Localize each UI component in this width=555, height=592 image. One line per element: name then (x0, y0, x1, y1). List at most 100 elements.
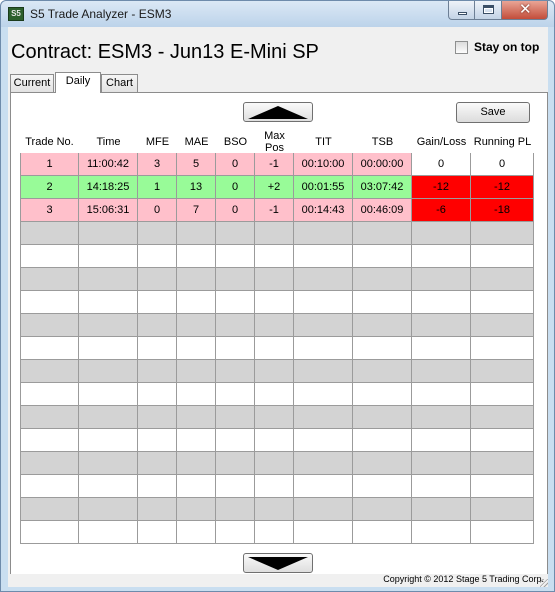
table-cell[interactable] (255, 360, 294, 383)
table-cell[interactable] (138, 383, 177, 406)
table-cell[interactable] (294, 268, 353, 291)
table-cell[interactable] (412, 245, 471, 268)
table-cell[interactable] (177, 429, 216, 452)
table-cell[interactable] (20, 429, 79, 452)
table-cell[interactable] (353, 291, 412, 314)
table-cell[interactable] (79, 406, 138, 429)
table-cell[interactable]: 3 (138, 153, 177, 176)
table-cell[interactable]: 2 (20, 176, 79, 199)
table-row[interactable]: 2 14:18:25 1 13 0 +2 00:01:55 03:07:42 -… (20, 176, 534, 199)
table-row[interactable] (20, 475, 534, 498)
table-cell[interactable]: 1 (138, 176, 177, 199)
table-cell[interactable] (353, 429, 412, 452)
table-cell[interactable] (138, 360, 177, 383)
table-cell[interactable] (353, 268, 412, 291)
table-cell[interactable] (412, 360, 471, 383)
table-cell[interactable] (177, 222, 216, 245)
table-cell[interactable] (255, 222, 294, 245)
table-cell[interactable] (412, 406, 471, 429)
table-cell[interactable]: 0 (216, 199, 255, 222)
table-cell[interactable] (294, 360, 353, 383)
table-cell[interactable] (177, 521, 216, 544)
table-cell[interactable] (138, 291, 177, 314)
table-cell[interactable] (79, 498, 138, 521)
running-pl-cell[interactable]: -12 (471, 176, 534, 199)
table-cell[interactable] (471, 452, 534, 475)
table-cell[interactable] (412, 337, 471, 360)
table-cell[interactable] (294, 245, 353, 268)
column-header[interactable]: Running PL (471, 130, 534, 153)
table-cell[interactable] (216, 268, 255, 291)
tab-current[interactable]: Current (10, 74, 54, 92)
table-row[interactable] (20, 245, 534, 268)
table-cell[interactable]: 5 (177, 153, 216, 176)
table-cell[interactable] (216, 498, 255, 521)
table-cell[interactable] (177, 475, 216, 498)
table-cell[interactable] (138, 498, 177, 521)
table-cell[interactable] (353, 245, 412, 268)
table-cell[interactable] (138, 475, 177, 498)
table-cell[interactable]: -1 (255, 199, 294, 222)
table-row[interactable] (20, 314, 534, 337)
table-cell[interactable] (138, 337, 177, 360)
table-cell[interactable] (20, 314, 79, 337)
table-cell[interactable] (79, 429, 138, 452)
table-cell[interactable] (177, 452, 216, 475)
table-cell[interactable] (294, 452, 353, 475)
table-cell[interactable]: 15:06:31 (79, 199, 138, 222)
table-cell[interactable]: 00:01:55 (294, 176, 353, 199)
table-cell[interactable] (177, 383, 216, 406)
table-row[interactable] (20, 222, 534, 245)
table-cell[interactable] (20, 222, 79, 245)
table-cell[interactable] (20, 521, 79, 544)
minimize-button[interactable] (448, 1, 475, 20)
table-cell[interactable] (216, 475, 255, 498)
table-cell[interactable]: +2 (255, 176, 294, 199)
table-cell[interactable] (216, 521, 255, 544)
table-cell[interactable] (20, 383, 79, 406)
column-header[interactable]: Max Pos (255, 130, 294, 153)
table-cell[interactable] (471, 521, 534, 544)
table-cell[interactable] (20, 406, 79, 429)
table-cell[interactable] (20, 245, 79, 268)
table-cell[interactable] (255, 314, 294, 337)
table-cell[interactable]: 00:00:00 (353, 153, 412, 176)
table-row[interactable] (20, 429, 534, 452)
column-header[interactable]: BSO (216, 130, 255, 153)
table-cell[interactable] (138, 268, 177, 291)
table-cell[interactable]: 13 (177, 176, 216, 199)
close-button[interactable]: ✕ (502, 1, 548, 20)
table-cell[interactable] (138, 314, 177, 337)
table-cell[interactable] (294, 429, 353, 452)
table-cell[interactable] (20, 475, 79, 498)
table-cell[interactable] (138, 429, 177, 452)
table-cell[interactable] (79, 268, 138, 291)
table-cell[interactable] (412, 291, 471, 314)
table-cell[interactable] (412, 498, 471, 521)
table-cell[interactable] (353, 498, 412, 521)
table-row[interactable] (20, 291, 534, 314)
table-cell[interactable] (471, 291, 534, 314)
table-cell[interactable]: 03:07:42 (353, 176, 412, 199)
table-cell[interactable] (138, 222, 177, 245)
column-header[interactable]: Gain/Loss (412, 130, 471, 153)
table-cell[interactable] (294, 521, 353, 544)
table-cell[interactable]: 00:10:00 (294, 153, 353, 176)
stay-on-top-checkbox[interactable] (455, 40, 468, 54)
column-header[interactable]: TSB (353, 130, 412, 153)
table-cell[interactable] (20, 452, 79, 475)
table-row[interactable]: 1 11:00:42 3 5 0 -1 00:10:00 00:00:00 0 … (20, 153, 534, 176)
table-cell[interactable] (79, 337, 138, 360)
table-cell[interactable] (471, 383, 534, 406)
tab-daily[interactable]: Daily (55, 72, 101, 93)
table-cell[interactable]: 11:00:42 (79, 153, 138, 176)
table-cell[interactable] (412, 268, 471, 291)
table-cell[interactable]: 1 (20, 153, 79, 176)
table-cell[interactable] (216, 360, 255, 383)
table-cell[interactable] (353, 314, 412, 337)
table-cell[interactable] (255, 452, 294, 475)
table-cell[interactable] (471, 475, 534, 498)
table-cell[interactable] (177, 314, 216, 337)
table-cell[interactable] (216, 383, 255, 406)
table-cell[interactable] (177, 268, 216, 291)
